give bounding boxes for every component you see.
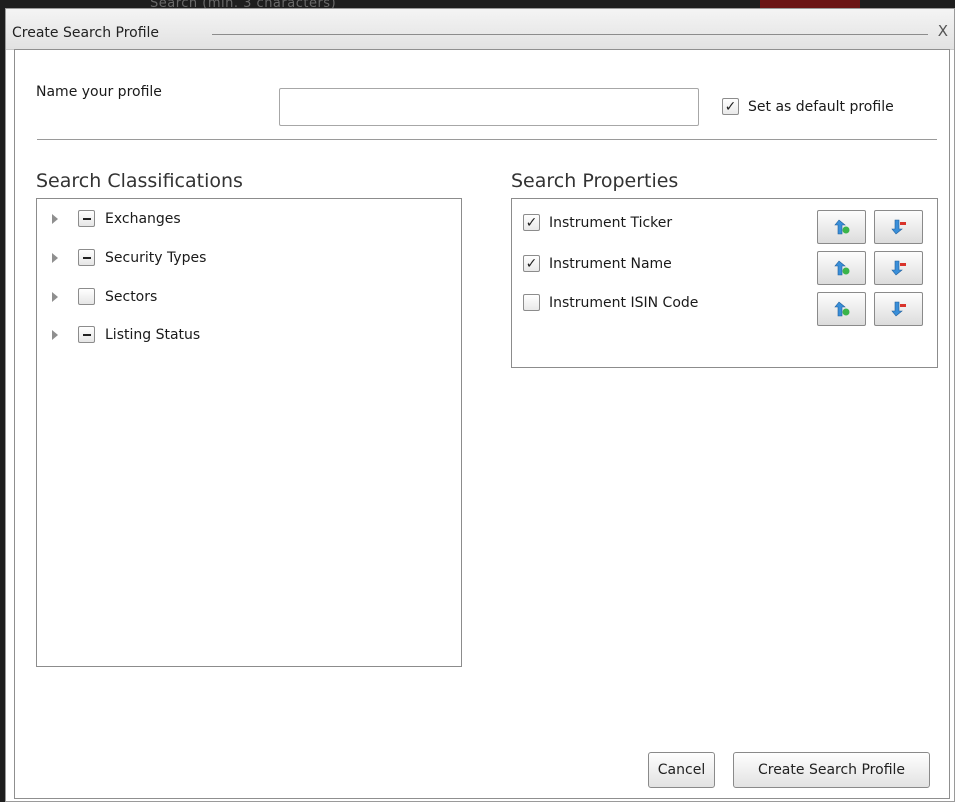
move-up-button[interactable]: [817, 210, 866, 244]
tree-item-label: Listing Status: [105, 326, 201, 343]
profile-name-input[interactable]: [279, 88, 699, 126]
tree-item-sectors[interactable]: Sectors: [52, 288, 157, 305]
backdrop-search-button: [760, 0, 860, 8]
indeterminate-checkbox[interactable]: [78, 210, 95, 227]
profile-name-label: Name your profile: [36, 84, 162, 100]
property-instrument-isin-code[interactable]: Instrument ISIN Code: [523, 294, 698, 311]
close-icon[interactable]: X: [938, 22, 948, 40]
move-up-icon: [833, 260, 849, 276]
unchecked-checkbox[interactable]: [78, 288, 95, 305]
tree-item-security-types[interactable]: Security Types: [52, 249, 206, 266]
property-label: Instrument Name: [549, 255, 672, 272]
property-instrument-name[interactable]: ✓ Instrument Name: [523, 255, 672, 272]
expand-triangle-icon[interactable]: [52, 252, 58, 263]
property-checkbox-checked[interactable]: ✓: [523, 255, 540, 272]
tree-item-label: Exchanges: [105, 210, 181, 227]
property-label: Instrument Ticker: [549, 214, 673, 231]
expand-triangle-icon[interactable]: [52, 213, 58, 224]
create-search-profile-button[interactable]: Create Search Profile: [733, 752, 930, 788]
expand-triangle-icon[interactable]: [52, 291, 58, 302]
move-up-icon: [833, 219, 849, 235]
dialog-content: Name your profile ✓ Set as default profi…: [14, 49, 950, 799]
tree-item-label: Sectors: [105, 288, 158, 305]
move-down-icon: [890, 301, 906, 317]
default-profile-label: Set as default profile: [748, 98, 894, 115]
move-up-button[interactable]: [817, 251, 866, 285]
section-divider: [37, 139, 937, 140]
default-profile-check-icon[interactable]: ✓: [722, 98, 739, 115]
tree-item-listing-status[interactable]: Listing Status: [52, 326, 200, 343]
title-divider: [212, 34, 928, 35]
create-search-profile-dialog: Create Search Profile X Name your profil…: [5, 8, 955, 802]
move-up-icon: [833, 301, 849, 317]
indeterminate-checkbox[interactable]: [78, 249, 95, 266]
expand-triangle-icon[interactable]: [52, 329, 58, 340]
move-down-icon: [890, 219, 906, 235]
cancel-button[interactable]: Cancel: [648, 752, 715, 788]
move-down-button[interactable]: [874, 251, 923, 285]
classifications-title: Search Classifications: [36, 170, 243, 192]
property-checkbox-unchecked[interactable]: [523, 294, 540, 311]
tree-item-label: Security Types: [105, 249, 207, 266]
dialog-titlebar: Create Search Profile X: [6, 9, 954, 50]
property-label: Instrument ISIN Code: [549, 294, 699, 311]
property-checkbox-checked[interactable]: ✓: [523, 214, 540, 231]
properties-title: Search Properties: [511, 170, 679, 192]
classifications-tree: Exchanges Security Types Sectors Listing…: [36, 198, 462, 667]
dialog-title: Create Search Profile: [12, 25, 160, 41]
move-down-button[interactable]: [874, 292, 923, 326]
move-down-icon: [890, 260, 906, 276]
tree-item-exchanges[interactable]: Exchanges: [52, 210, 181, 227]
default-profile-checkbox[interactable]: ✓ Set as default profile: [722, 98, 894, 115]
indeterminate-checkbox[interactable]: [78, 326, 95, 343]
properties-list: ✓ Instrument Ticker ✓ Instrument Name In…: [511, 198, 938, 368]
move-down-button[interactable]: [874, 210, 923, 244]
property-instrument-ticker[interactable]: ✓ Instrument Ticker: [523, 214, 672, 231]
move-up-button[interactable]: [817, 292, 866, 326]
